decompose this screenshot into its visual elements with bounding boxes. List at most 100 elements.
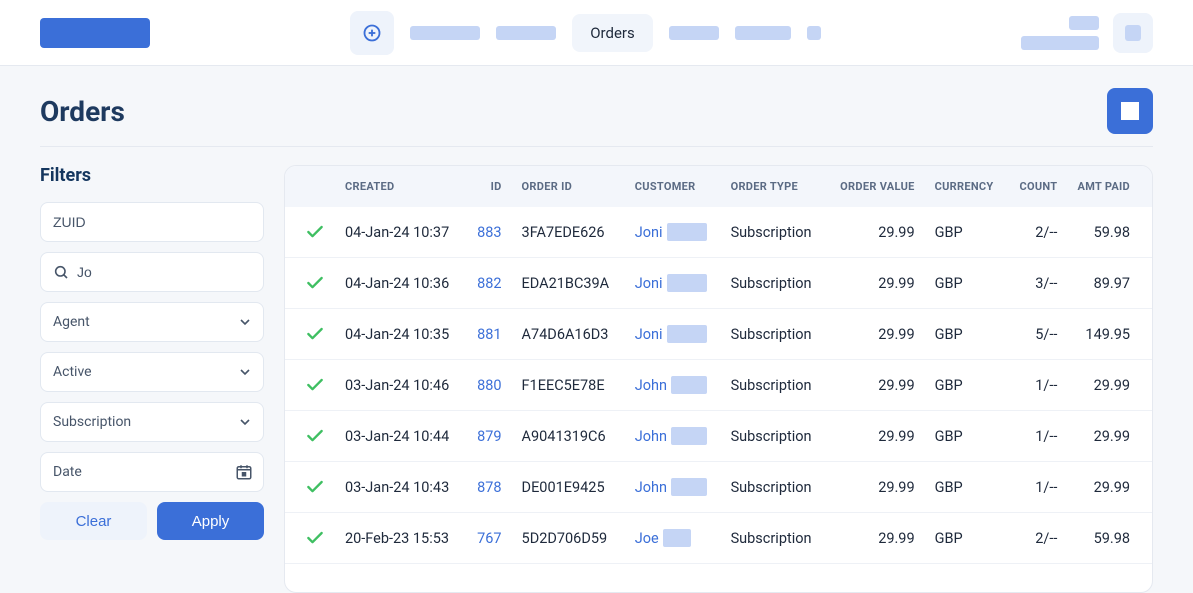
status-check-icon	[305, 375, 325, 395]
nav-item-placeholder[interactable]	[496, 26, 556, 40]
cell-order-value: 29.99	[830, 462, 924, 513]
action-icon	[1121, 102, 1139, 120]
th-order-id[interactable]: ORDER ID	[512, 166, 625, 207]
nav-right	[1021, 13, 1153, 53]
calendar-icon	[235, 463, 253, 481]
table-row[interactable]: 04-Jan-24 10:35881A74D6A16D3JoniSubscrip…	[285, 309, 1152, 360]
chevron-down-icon	[237, 414, 253, 430]
nav-profile-button[interactable]	[1113, 13, 1153, 53]
cell-created: 04-Jan-24 10:36	[335, 258, 462, 309]
add-button[interactable]	[350, 11, 394, 55]
cell-customer-link[interactable]: Joni	[635, 326, 663, 343]
plus-circle-icon	[362, 23, 382, 43]
cell-order-type: Subscription	[721, 360, 831, 411]
cell-order-type: Subscription	[721, 309, 831, 360]
th-order-type[interactable]: ORDER TYPE	[721, 166, 831, 207]
cell-id-link[interactable]: 879	[477, 428, 501, 445]
table-row[interactable]: 03-Jan-24 10:44879A9041319C6JohnSubscrip…	[285, 411, 1152, 462]
nav-center: Orders	[150, 11, 1021, 55]
nav-item-placeholder[interactable]	[410, 26, 480, 40]
cell-currency: GBP	[925, 513, 1004, 564]
cell-customer-link[interactable]: John	[635, 479, 667, 496]
th-count[interactable]: COUNT	[1004, 166, 1067, 207]
cell-customer-link[interactable]: John	[635, 428, 667, 445]
cell-order-value: 29.99	[830, 411, 924, 462]
type-select[interactable]: Subscription	[40, 402, 264, 442]
date-field[interactable]: Date	[40, 452, 264, 492]
cell-created: 04-Jan-24 10:37	[335, 207, 462, 258]
zuid-field[interactable]	[40, 202, 264, 242]
cell-order-type: Subscription	[721, 411, 831, 462]
search-input[interactable]	[77, 264, 258, 280]
cell-id-link[interactable]: 767	[477, 530, 501, 547]
chevron-down-icon	[237, 364, 253, 380]
nav-tab-orders[interactable]: Orders	[572, 14, 653, 52]
nav-item-placeholder[interactable]	[1021, 16, 1099, 50]
status-check-icon	[305, 222, 325, 242]
cell-id-link[interactable]: 880	[477, 377, 501, 394]
table-row[interactable]: 03-Jan-24 10:43878DE001E9425JohnSubscrip…	[285, 462, 1152, 513]
top-nav: Orders	[0, 0, 1193, 66]
th-currency[interactable]: CURRENCY	[925, 166, 1004, 207]
cell-id-link[interactable]: 878	[477, 479, 501, 496]
cell-order-id: 5D2D706D59	[512, 513, 625, 564]
table-row[interactable]: 04-Jan-24 10:36882EDA21BC39AJoniSubscrip…	[285, 258, 1152, 309]
redacted	[667, 223, 707, 241]
cell-customer-link[interactable]: Joni	[635, 224, 663, 241]
th-customer[interactable]: CUSTOMER	[625, 166, 721, 207]
table-row[interactable]: 03-Jan-24 10:46880F1EEC5E78EJohnSubscrip…	[285, 360, 1152, 411]
filters-heading: Filters	[40, 165, 264, 186]
page-action-button[interactable]	[1107, 88, 1153, 134]
cell-order-type: Subscription	[721, 207, 831, 258]
status-check-icon	[305, 273, 325, 293]
cell-id-link[interactable]: 882	[477, 275, 501, 292]
cell-amt-paid: 29.99	[1067, 360, 1152, 411]
table-row[interactable]: 04-Jan-24 10:37 883 3FA7EDE626 Joni Subscrip…	[285, 207, 1152, 258]
cell-count: 1/--	[1004, 411, 1067, 462]
cell-customer-link[interactable]: Joni	[635, 275, 663, 292]
status-select[interactable]: Active	[40, 352, 264, 392]
cell-order-type: Subscription	[721, 513, 831, 564]
nav-item-placeholder[interactable]	[735, 26, 791, 40]
cell-customer-link[interactable]: John	[635, 377, 667, 394]
cell-customer-link[interactable]: Joe	[635, 530, 659, 547]
cell-currency: GBP	[925, 309, 1004, 360]
orders-table-card: CREATED ID ORDER ID CUSTOMER ORDER TYPE …	[284, 165, 1153, 593]
cell-id-link[interactable]: 883	[477, 224, 501, 241]
cell-order-value: 29.99	[830, 207, 924, 258]
cell-count: 1/--	[1004, 462, 1067, 513]
cell-created: 20-Feb-23 15:53	[335, 513, 462, 564]
apply-button[interactable]: Apply	[157, 502, 264, 540]
nav-item-placeholder[interactable]	[669, 26, 719, 40]
redacted	[667, 274, 707, 292]
table-row[interactable]: 20-Feb-23 15:53 767 5D2D706D59 Joe Subscript…	[285, 513, 1152, 564]
status-check-icon	[305, 477, 325, 497]
profile-icon	[1125, 25, 1141, 41]
redacted	[671, 427, 707, 445]
agent-select[interactable]: Agent	[40, 302, 264, 342]
search-field[interactable]	[40, 252, 264, 292]
cell-order-id: 3FA7EDE626	[512, 207, 625, 258]
cell-id-link[interactable]: 881	[477, 326, 501, 343]
cell-count: 2/--	[1004, 513, 1067, 564]
cell-amt-paid: 29.99	[1067, 462, 1152, 513]
page-title: Orders	[40, 95, 125, 128]
th-order-value[interactable]: ORDER VALUE	[830, 166, 924, 207]
cell-order-value: 29.99	[830, 513, 924, 564]
cell-currency: GBP	[925, 462, 1004, 513]
redacted	[671, 478, 707, 496]
th-amt-paid[interactable]: AMT PAID	[1067, 166, 1152, 207]
th-created[interactable]: CREATED	[335, 166, 462, 207]
clear-button[interactable]: Clear	[40, 502, 147, 540]
nav-item-placeholder[interactable]	[807, 26, 821, 40]
filter-buttons: Clear Apply	[40, 502, 264, 540]
logo[interactable]	[40, 18, 150, 48]
zuid-input[interactable]	[53, 214, 251, 230]
chevron-down-icon	[237, 314, 253, 330]
th-id[interactable]: ID	[462, 166, 512, 207]
cell-amt-paid: 59.98	[1067, 513, 1152, 564]
filters-panel: Filters Agent Active Subscription	[40, 165, 264, 593]
orders-table: CREATED ID ORDER ID CUSTOMER ORDER TYPE …	[285, 166, 1152, 564]
cell-order-value: 29.99	[830, 309, 924, 360]
cell-created: 03-Jan-24 10:44	[335, 411, 462, 462]
